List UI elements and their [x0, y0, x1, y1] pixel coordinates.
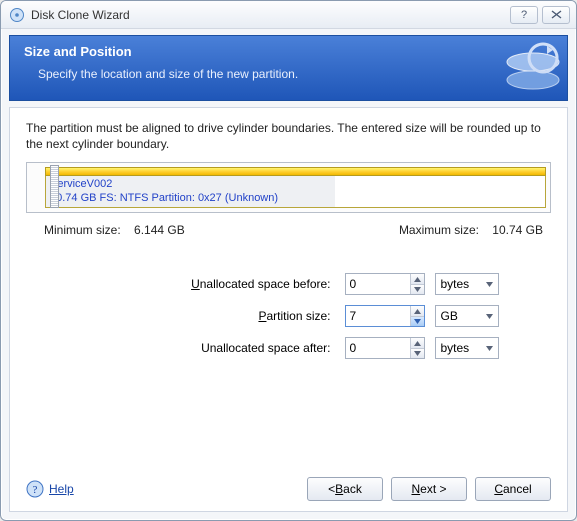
- chevron-down-icon: [486, 314, 493, 319]
- unallocated-before-unit[interactable]: bytes: [435, 273, 499, 295]
- chevron-down-icon: [486, 346, 493, 351]
- unallocated-after-input[interactable]: [345, 337, 425, 359]
- partition-size-field[interactable]: [346, 306, 411, 326]
- spinner-up-icon[interactable]: [411, 306, 423, 317]
- partition-free: [335, 176, 545, 207]
- svg-text:?: ?: [33, 484, 38, 496]
- minimum-size-value: 6.144 GB: [134, 223, 185, 237]
- spinner-down-icon[interactable]: [411, 317, 423, 327]
- partition-name: ServiceV002: [50, 178, 331, 192]
- chevron-down-icon: [486, 282, 493, 287]
- size-fields: Unallocated space before: bytes Partitio…: [79, 273, 499, 359]
- maximum-size: Maximum size: 10.74 GB: [399, 223, 543, 237]
- size-limits-row: Minimum size: 6.144 GB Maximum size: 10.…: [44, 223, 543, 237]
- titlebar-close-button[interactable]: [542, 6, 570, 24]
- unallocated-after-field[interactable]: [346, 338, 411, 358]
- back-button[interactable]: < Back: [307, 477, 383, 501]
- partition-map: ServiceV002 10.74 GB FS: NTFS Partition:…: [26, 162, 551, 213]
- wizard-footer: ? Help < Back Next > Cancel: [26, 465, 551, 501]
- partition-info: 10.74 GB FS: NTFS Partition: 0x27 (Unkno…: [50, 192, 331, 206]
- unallocated-after-label: Unallocated space after:: [79, 341, 335, 355]
- unallocated-before-input[interactable]: [345, 273, 425, 295]
- minimum-size-label: Minimum size:: [44, 223, 121, 237]
- app-disk-icon: [9, 7, 25, 23]
- next-button[interactable]: Next >: [391, 477, 467, 501]
- partition-size-label: Partition size:: [79, 309, 335, 323]
- spinner-up-icon[interactable]: [411, 338, 423, 349]
- content-panel: The partition must be aligned to drive c…: [9, 107, 568, 512]
- partition-size-unit[interactable]: GB: [435, 305, 499, 327]
- window-title: Disk Clone Wizard: [31, 8, 506, 22]
- help-link[interactable]: ? Help: [26, 480, 74, 498]
- maximum-size-value: 10.74 GB: [492, 223, 543, 237]
- titlebar-help-button[interactable]: ?: [510, 6, 538, 24]
- unallocated-after-unit[interactable]: bytes: [435, 337, 499, 359]
- disk-graphic-icon: [503, 42, 563, 94]
- partition-bar[interactable]: [45, 167, 546, 176]
- partition-row: ServiceV002 10.74 GB FS: NTFS Partition:…: [45, 176, 546, 208]
- wizard-window: Disk Clone Wizard ? Size and Position Sp…: [0, 0, 577, 521]
- maximum-size-label: Maximum size:: [399, 223, 479, 237]
- help-label: Help: [49, 482, 74, 496]
- instruction-text: The partition must be aligned to drive c…: [26, 120, 551, 152]
- spinner-up-icon[interactable]: [411, 274, 423, 285]
- page-title: Size and Position: [24, 44, 553, 59]
- partition-size-input[interactable]: [345, 305, 425, 327]
- cancel-button[interactable]: Cancel: [475, 477, 551, 501]
- spinner-down-icon[interactable]: [411, 349, 423, 359]
- unallocated-before-field[interactable]: [346, 274, 411, 294]
- titlebar: Disk Clone Wizard ?: [1, 1, 576, 29]
- help-icon: ?: [26, 480, 44, 498]
- partition-resize-handle-left[interactable]: [50, 165, 59, 208]
- unallocated-before-label: Unallocated space before:: [79, 277, 335, 291]
- partition-used: ServiceV002 10.74 GB FS: NTFS Partition:…: [46, 176, 335, 207]
- spinner-down-icon[interactable]: [411, 285, 423, 295]
- page-subtitle: Specify the location and size of the new…: [38, 67, 553, 81]
- wizard-header: Size and Position Specify the location a…: [9, 35, 568, 101]
- minimum-size: Minimum size: 6.144 GB: [44, 223, 185, 237]
